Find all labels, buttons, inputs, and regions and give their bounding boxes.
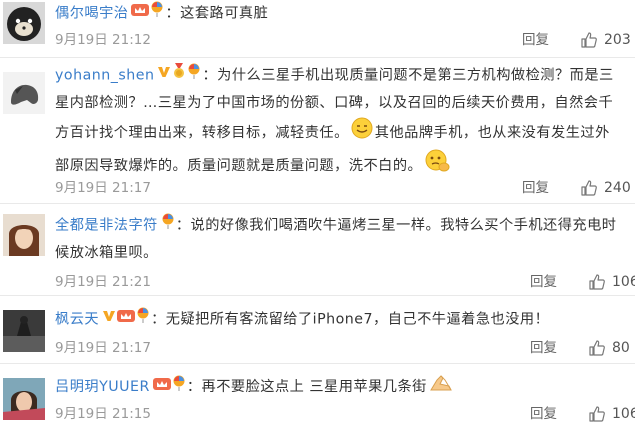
like-count: 80 — [612, 340, 630, 356]
thumbs-up-icon — [581, 180, 597, 196]
like-count: 106 — [612, 406, 635, 422]
like-count: 106 — [612, 274, 635, 290]
comment-time: 9月19日 21:17 — [55, 180, 151, 196]
verified-v-icon — [157, 62, 171, 89]
verified-v-icon — [102, 306, 116, 333]
thumbs-up-icon — [589, 274, 605, 290]
comment-text: 候放冰箱里呗。 — [55, 244, 158, 261]
avatar[interactable] — [3, 310, 45, 352]
username-link[interactable]: 全都是非法字符 — [55, 218, 158, 234]
reply-button[interactable]: 回复 — [522, 30, 549, 50]
like-button[interactable]: 80 — [588, 338, 630, 358]
username-link[interactable]: 偶尔喝宇治 — [55, 6, 128, 22]
avatar[interactable] — [3, 214, 45, 256]
user-badges — [161, 212, 176, 239]
comment-text: 星内部检测？…三星为了中国市场的份额、口碑，以及召回的后续天价费用，自然会千 — [55, 94, 614, 111]
comment-text: ：再不要脸这点上 三星用苹果几条街 — [186, 379, 427, 395]
crown-badge-icon — [117, 306, 136, 333]
balloon-badge-icon — [136, 306, 150, 333]
thumbs-up-icon — [581, 32, 597, 48]
user-badges — [157, 62, 202, 89]
comment-text: ：为什么三星手机出现质量问题不是第三方机构做检测？而是三 — [202, 67, 614, 84]
crown-badge-icon — [152, 374, 171, 401]
comment-item: yohann_shen ：为什么三星手机出现质量问题不是第三方机构做检测？而是三… — [0, 58, 635, 204]
username-link[interactable]: 吕明玥YUUER — [55, 379, 150, 395]
comment-text: ：说的好像我们喝酒吹牛逼烤三星一样。我特么买个手机还得充电时 — [175, 217, 617, 234]
avatar[interactable] — [3, 72, 45, 114]
comment-item: 偶尔喝宇治 ：这套路可真脏 9月19日 21:12 回复 203 — [0, 0, 635, 58]
comment-time: 9月19日 21:15 — [55, 406, 151, 422]
reply-button[interactable]: 回复 — [530, 404, 557, 424]
comment-text: 方百计找个理由出来，转移目标，减轻责任。 — [55, 124, 349, 141]
comment-time: 9月19日 21:17 — [55, 340, 151, 356]
reply-button[interactable]: 回复 — [530, 338, 557, 358]
comment-item: 吕明玥YUUER ：再不要脸这点上 三星用苹果几条街 9月19日 21:15 回… — [0, 364, 635, 428]
balloon-badge-icon — [150, 0, 164, 27]
thumbs-up-icon — [589, 340, 605, 356]
username-link[interactable]: 枫云天 — [55, 312, 99, 328]
like-button[interactable]: 240 — [580, 178, 631, 198]
like-count: 240 — [604, 180, 631, 196]
username-link[interactable]: yohann_shen — [55, 68, 154, 84]
comment-text: 其他品牌手机，也从来没有发生过外 — [374, 124, 610, 141]
comment-time: 9月19日 21:21 — [55, 274, 151, 290]
balloon-badge-icon — [187, 62, 201, 89]
avatar[interactable] — [3, 378, 45, 420]
comment-text: ：无疑把所有客流留给了iPhone7，自己不牛逼着急也没用！ — [151, 311, 550, 328]
comment-text: 部原因导致爆炸的。质量问题就是质量问题，洗不白的。 — [55, 157, 423, 174]
like-button[interactable]: 106 — [588, 272, 635, 292]
comment-item: 全都是非法字符 ：说的好像我们喝酒吹牛逼烤三星一样。我特么买个手机还得充电时 候… — [0, 204, 635, 296]
crown-badge-icon — [131, 0, 150, 27]
pray-hands-emoji-icon — [429, 372, 453, 402]
like-count: 203 — [604, 32, 631, 48]
comment-text: ：这套路可真脏 — [165, 5, 269, 22]
like-button[interactable]: 106 — [588, 404, 635, 424]
comment-time: 9月19日 21:12 — [55, 32, 151, 48]
user-badges — [102, 306, 151, 333]
user-badges — [131, 0, 165, 27]
reply-button[interactable]: 回复 — [522, 178, 549, 198]
smile-emoji-icon — [351, 117, 373, 149]
comment-item: 枫云天 ：无疑把所有客流留给了iPhone7，自己不牛逼着急也没用！ 9月19日… — [0, 296, 635, 364]
like-button[interactable]: 203 — [580, 30, 631, 50]
balloon-badge-icon — [172, 374, 186, 401]
avatar[interactable] — [3, 2, 45, 44]
user-badges — [152, 374, 187, 401]
medal-badge-icon — [172, 62, 186, 89]
balloon-badge-icon — [161, 212, 175, 239]
reply-button[interactable]: 回复 — [530, 272, 557, 292]
thumbs-up-icon — [589, 406, 605, 422]
